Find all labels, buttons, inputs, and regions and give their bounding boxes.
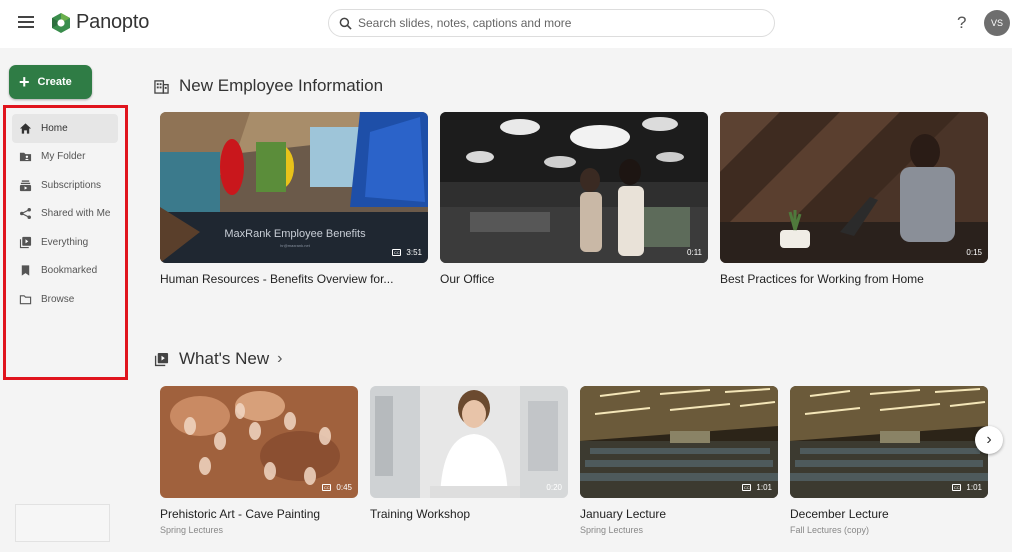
duration-text: 0:45 — [336, 483, 352, 492]
video-thumbnail[interactable]: 0:20 — [370, 386, 568, 498]
library-icon — [19, 236, 32, 248]
panopto-logo[interactable]: Panopto — [50, 11, 149, 34]
captions-icon: CC — [952, 484, 962, 491]
sidebar-item-home[interactable]: Home — [12, 114, 118, 143]
video-folder[interactable]: Fall Lectures (copy) — [790, 525, 988, 535]
video-title[interactable]: Human Resources - Benefits Overview for.… — [160, 272, 428, 286]
section-title-text: What's New — [179, 349, 270, 368]
sidebar-item-subscriptions[interactable]: Subscriptions — [12, 171, 118, 200]
duration-text: 0:20 — [546, 483, 562, 492]
video-thumbnail[interactable]: CC 1:01 — [790, 386, 988, 498]
share-icon — [20, 208, 31, 220]
video-title[interactable]: Prehistoric Art - Cave Painting — [160, 507, 358, 521]
thumbnail-image — [370, 386, 568, 498]
app-name: Panopto — [76, 11, 150, 33]
sidebar-item-browse[interactable]: Browse — [12, 285, 118, 314]
sidebar-item-label: My Folder — [41, 151, 86, 163]
help-icon[interactable]: ? — [957, 13, 966, 33]
building-icon — [154, 79, 169, 94]
playlist-icon — [154, 352, 169, 366]
thumbnail-overlay-title: MaxRank Employee Benefits — [224, 228, 366, 240]
plus-icon: + — [19, 72, 30, 92]
duration-badge: 0:15 — [966, 248, 982, 257]
video-card-january-lecture[interactable]: CC 1:01 January Lecture Spring Lectures — [580, 386, 778, 535]
duration-text: 0:11 — [687, 248, 702, 257]
sidebar: + Create Home My Folder Subscriptions Sh… — [0, 48, 132, 552]
video-folder[interactable]: Spring Lectures — [160, 525, 358, 535]
sidebar-item-label: Browse — [41, 293, 75, 305]
duration-text: 3:51 — [406, 248, 422, 257]
video-card-prehistoric-art[interactable]: CC 0:45 Prehistoric Art - Cave Painting S… — [160, 386, 358, 535]
folder-icon — [19, 294, 32, 304]
duration-badge: CC 0:45 — [322, 483, 352, 492]
search-bar[interactable] — [328, 9, 775, 37]
carousel-next-button[interactable]: › — [975, 426, 1003, 454]
video-card-working-from-home[interactable]: 0:15 Best Practices for Working from Hom… — [720, 112, 988, 286]
section-title-text: New Employee Information — [179, 76, 384, 95]
sidebar-item-bookmarked[interactable]: Bookmarked — [12, 257, 118, 286]
duration-badge: CC 1:01 — [742, 483, 772, 492]
captions-icon: CC — [392, 249, 402, 256]
video-thumbnail[interactable]: CC 1:01 — [580, 386, 778, 498]
video-card-hr-benefits[interactable]: MaxRank Employee Benefits hr@maxrank.net… — [160, 112, 428, 286]
sidebar-item-my-folder[interactable]: My Folder — [12, 143, 118, 172]
subscriptions-icon — [19, 180, 32, 191]
thumbnail-image — [580, 386, 778, 498]
video-title[interactable]: December Lecture — [790, 507, 988, 521]
video-card-training-workshop[interactable]: 0:20 Training Workshop — [370, 386, 568, 525]
create-button-label: Create — [37, 76, 72, 88]
folder-user-icon — [19, 153, 32, 162]
avatar[interactable]: VS — [984, 10, 1010, 36]
duration-text: 1:01 — [756, 483, 772, 492]
video-title[interactable]: Our Office — [440, 272, 708, 286]
search-icon — [339, 17, 352, 30]
video-thumbnail[interactable]: 0:11 — [440, 112, 708, 263]
sidebar-item-label: Shared with Me — [41, 208, 111, 220]
sidebar-item-everything[interactable]: Everything — [12, 228, 118, 257]
video-thumbnail[interactable]: 0:15 — [720, 112, 988, 263]
thumbnail-overlay-subtitle: hr@maxrank.net — [280, 243, 310, 248]
thumbnail-image — [720, 112, 988, 263]
thumbnail-image — [160, 112, 428, 263]
thumbnail-image — [440, 112, 708, 263]
video-thumbnail[interactable]: CC 0:45 — [160, 386, 358, 498]
captions-icon: CC — [322, 484, 332, 491]
chevron-right-icon: › — [986, 431, 992, 448]
duration-badge: 0:11 — [687, 248, 702, 257]
search-input[interactable] — [358, 16, 758, 30]
duration-badge: CC 3:51 — [392, 248, 422, 257]
video-thumbnail[interactable]: MaxRank Employee Benefits hr@maxrank.net… — [160, 112, 428, 263]
chevron-right-icon[interactable]: › — [277, 350, 282, 368]
sidebar-nav: Home My Folder Subscriptions Shared with… — [12, 114, 118, 314]
duration-badge: 0:20 — [546, 483, 562, 492]
section-title-featured: New Employee Information — [154, 76, 383, 96]
duration-text: 0:15 — [966, 248, 982, 257]
panopto-logo-icon — [52, 12, 70, 33]
bookmark-icon — [21, 265, 30, 276]
sidebar-item-label: Subscriptions — [41, 179, 102, 191]
sidebar-item-label: Home — [41, 122, 68, 134]
duration-text: 1:01 — [966, 483, 982, 492]
sidebar-item-label: Bookmarked — [41, 265, 98, 277]
video-card-our-office[interactable]: 0:11 Our Office — [440, 112, 708, 286]
video-title[interactable]: Best Practices for Working from Home — [720, 272, 988, 286]
duration-badge: CC 1:01 — [952, 483, 982, 492]
thumbnail-image — [160, 386, 358, 498]
video-title[interactable]: January Lecture — [580, 507, 778, 521]
thumbnail-image — [790, 386, 988, 498]
captions-icon: CC — [742, 484, 752, 491]
section-title-whats-new[interactable]: What's New › — [154, 349, 282, 369]
video-card-december-lecture[interactable]: CC 1:01 December Lecture Fall Lectures (c… — [790, 386, 988, 535]
sidebar-item-label: Everything — [41, 236, 89, 248]
sidebar-footer-panel — [15, 504, 110, 542]
home-icon — [19, 123, 32, 134]
video-folder[interactable]: Spring Lectures — [580, 525, 778, 535]
top-bar: Panopto ? VS — [0, 0, 1012, 48]
video-title[interactable]: Training Workshop — [370, 507, 568, 521]
sidebar-item-shared-with-me[interactable]: Shared with Me — [12, 200, 118, 229]
menu-icon[interactable] — [18, 16, 34, 28]
create-button[interactable]: + Create — [9, 65, 92, 99]
